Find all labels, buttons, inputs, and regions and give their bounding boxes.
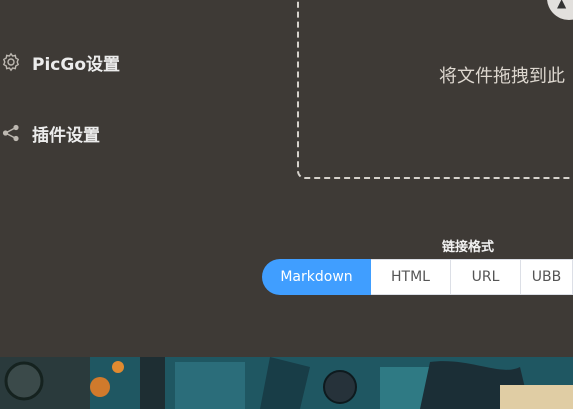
share-icon [0,122,22,144]
format-option-ubb[interactable]: UBB [521,259,573,295]
upload-drop-zone[interactable]: ▲ 将文件拖拽到此 [297,0,573,179]
main-window: PicGo设置 插件设置 ▲ 将文件拖拽到此 链接格式 Markdown HTM… [0,0,573,357]
gear-icon [0,51,22,73]
format-option-markdown[interactable]: Markdown [262,259,371,295]
sidebar-item-label: 插件设置 [32,125,100,146]
format-option-url[interactable]: URL [451,259,521,295]
sidebar-item-label: PicGo设置 [32,54,120,75]
upload-icon: ▲ [557,0,567,10]
format-option-html[interactable]: HTML [371,259,451,295]
drop-zone-text: 将文件拖拽到此 [439,66,565,87]
upload-button[interactable]: ▲ [547,0,573,20]
background-artwork [0,357,573,409]
link-format-title: 链接格式 [442,240,495,255]
sidebar-item-plugin-settings[interactable]: 插件设置 [0,118,100,148]
sidebar-item-picgo-settings[interactable]: PicGo设置 [0,47,120,77]
